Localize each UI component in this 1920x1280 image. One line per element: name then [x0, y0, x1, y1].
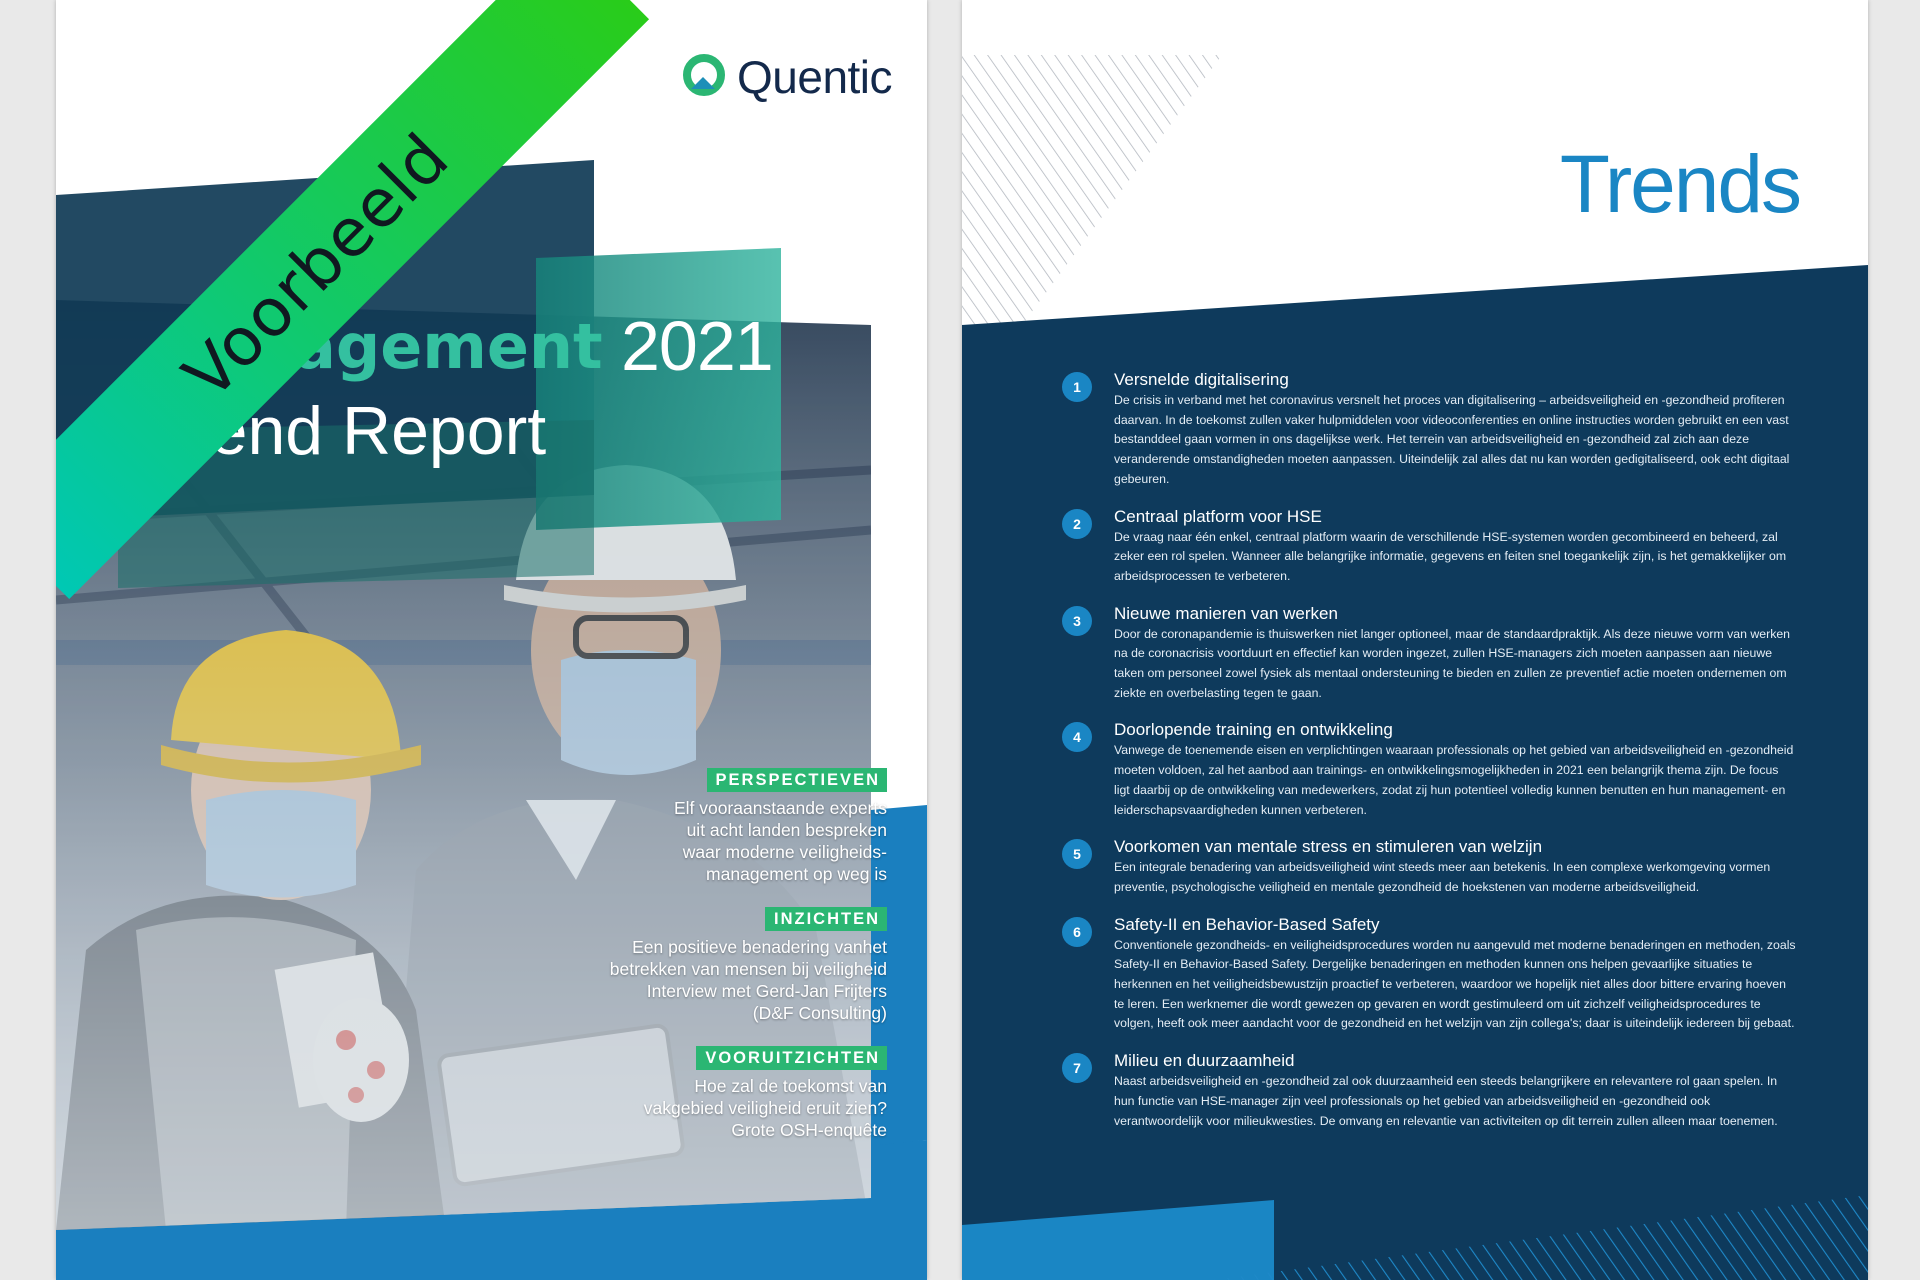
teaser-text: Hoe zal de toekomst van vakgebied veilig…: [643, 1076, 887, 1140]
hatch-decoration-top: [962, 55, 1222, 325]
trend-item: 4 Doorlopende training en ontwikkeling V…: [1062, 718, 1797, 820]
quentic-logo: Quentic: [681, 50, 893, 104]
quentic-q-icon: [683, 54, 725, 96]
trend-title: Safety-II en Behavior-Based Safety: [1114, 914, 1380, 934]
trend-item: 6 Safety-II en Behavior-Based Safety Con…: [1062, 913, 1797, 1035]
trend-number-badge: 2: [1062, 508, 1092, 539]
trend-number-badge: 4: [1062, 722, 1092, 753]
trend-number-badge: 6: [1062, 916, 1092, 947]
teaser-tag: VOORUITZICHTEN: [696, 1046, 887, 1070]
trend-title: Versnelde digitalisering: [1114, 370, 1289, 389]
trend-text: Naast arbeidsveiligheid en -gezondheid z…: [1114, 1074, 1778, 1128]
teaser-perspectieven: PERSPECTIEVEN Elf vooraanstaande experts…: [467, 768, 887, 885]
trend-text: Conventionele gezondheids- en veiligheid…: [1114, 937, 1796, 1031]
trend-text: Door de coronapandemie is thuiswerken ni…: [1114, 626, 1791, 700]
trend-item: 2 Centraal platform voor HSE De vraag na…: [1062, 505, 1797, 587]
logo-wordmark: Quentic: [737, 51, 893, 103]
trend-title: Voorkomen van mentale stress en stimuler…: [1114, 837, 1543, 857]
trends-page: Trends 1 Versnelde digitalisering De cri…: [962, 0, 1868, 1280]
cover-page: Quentic ty anagement Trend Report 2021 P…: [56, 0, 927, 1280]
teaser-inzichten: INZICHTEN Een positieve benadering vanhe…: [467, 907, 887, 1024]
teaser-tag: PERSPECTIEVEN: [706, 768, 887, 792]
trends-list: 1 Versnelde digitalisering De crisis in …: [1062, 368, 1797, 1146]
trend-number-badge: 7: [1062, 1053, 1092, 1084]
trend-text: Een integrale benadering van arbeidsveil…: [1114, 860, 1771, 894]
trend-number-badge: 3: [1062, 605, 1092, 636]
cover-teasers: PERSPECTIEVEN Elf vooraanstaande experts…: [467, 768, 887, 1163]
trend-item: 3 Nieuwe manieren van werken Door de cor…: [1062, 602, 1797, 704]
trend-title: Centraal platform voor HSE: [1114, 506, 1322, 526]
teaser-tag: INZICHTEN: [765, 907, 887, 931]
teaser-text: Een positieve benadering vanhet betrekke…: [609, 937, 887, 1023]
trend-title: Nieuwe manieren van werken: [1114, 603, 1338, 623]
trend-text: De vraag naar één enkel, centraal platfo…: [1114, 529, 1787, 583]
teaser-text: Elf vooraanstaande experts uit acht land…: [673, 798, 887, 884]
teaser-vooruitzichten: VOORUITZICHTEN Hoe zal de toekomst van v…: [467, 1046, 887, 1141]
trend-item: 5 Voorkomen van mentale stress en stimul…: [1062, 835, 1797, 897]
trend-item: 7 Milieu en duurzaamheid Naast arbeidsve…: [1062, 1049, 1797, 1131]
trends-title: Trends: [1559, 139, 1802, 230]
trend-number-badge: 1: [1062, 372, 1092, 402]
trend-number-badge: 5: [1062, 839, 1092, 870]
trend-title: Doorlopende training en ontwikkeling: [1114, 720, 1393, 740]
trend-text: De crisis in verband met het coronavirus…: [1114, 393, 1790, 486]
trend-text: Vanwege de toenemende eisen en verplicht…: [1114, 743, 1794, 817]
trend-title: Milieu en duurzaamheid: [1114, 1051, 1295, 1071]
trend-item: 1 Versnelde digitalisering De crisis in …: [1062, 368, 1797, 490]
